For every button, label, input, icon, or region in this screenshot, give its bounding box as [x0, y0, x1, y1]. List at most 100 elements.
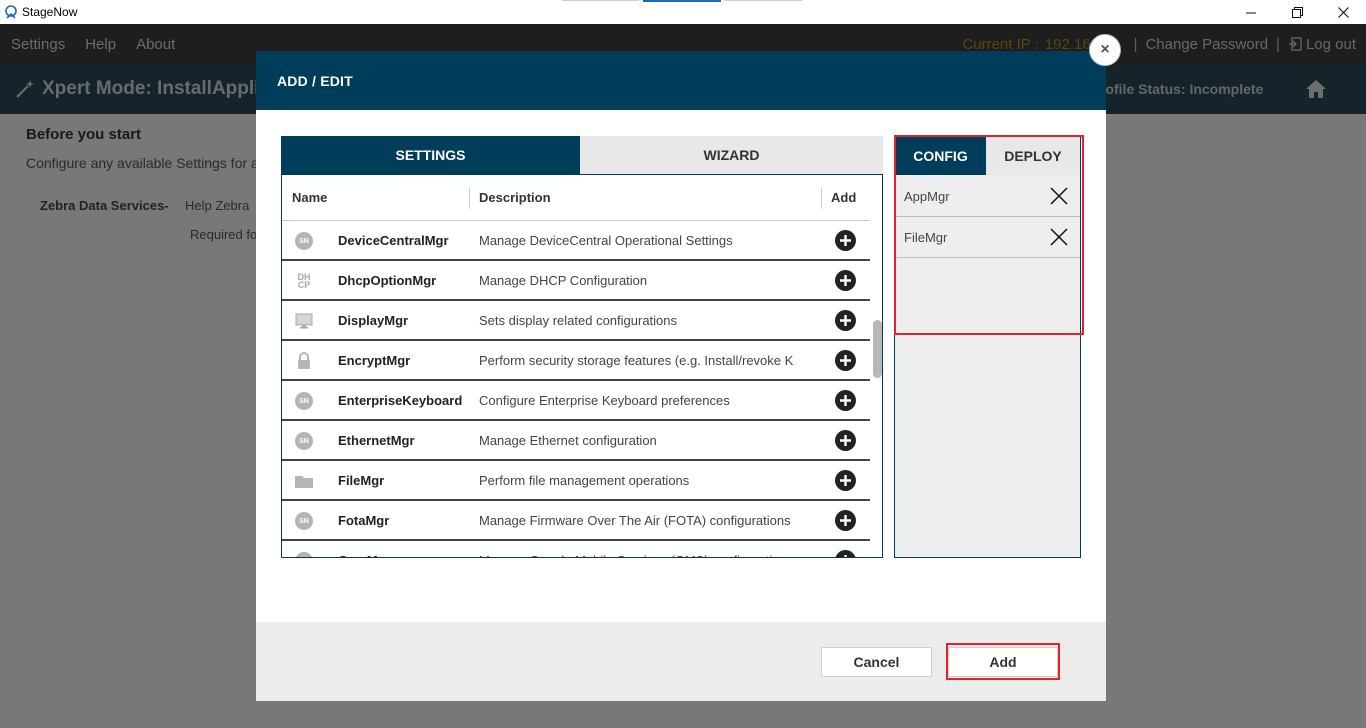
row-description: Manage Ethernet configuration	[479, 433, 657, 448]
list-scrollbar-thumb[interactable]	[873, 320, 882, 378]
row-name: FotaMgr	[338, 513, 390, 528]
row-name: DhcpOptionMgr	[338, 273, 437, 288]
add-row-button[interactable]	[835, 270, 856, 291]
dialog-close-button[interactable]: ×	[1089, 34, 1121, 66]
close-icon: ×	[1100, 41, 1110, 58]
row-name: FileMgr	[338, 473, 385, 488]
restore-icon	[1291, 6, 1303, 18]
title-tab-strip	[562, 0, 802, 2]
row-description: Manage Google Mobile Services (GMS) conf…	[479, 553, 819, 557]
window-titlebar: StageNow	[0, 0, 1366, 24]
plus-icon	[840, 275, 851, 286]
sn-icon: SN	[294, 391, 314, 411]
row-description: Perform security storage features (e.g. …	[479, 353, 794, 368]
lock-icon	[294, 351, 314, 371]
row-description: Configure Enterprise Keyboard preference…	[479, 393, 730, 408]
add-row-button[interactable]	[835, 510, 856, 531]
remove-icon[interactable]	[1050, 228, 1068, 246]
dhcp-icon: DH CP	[294, 271, 314, 291]
config-item: FileMgr	[895, 217, 1080, 258]
minimize-button[interactable]	[1228, 0, 1274, 24]
sn-icon: SN	[294, 231, 314, 251]
dhcp-badge: DH CP	[297, 272, 311, 290]
add-row-button[interactable]	[835, 350, 856, 371]
dialog-title: ADD / EDIT	[277, 73, 353, 89]
add-row-button[interactable]	[835, 230, 856, 251]
config-panel: CONFIG DEPLOY AppMgr FileMgr	[894, 136, 1081, 558]
settings-list: Name Description Add SN DeviceCentralMgr M…	[281, 174, 883, 558]
plus-icon	[840, 515, 851, 526]
add-row-button[interactable]	[835, 430, 856, 451]
remove-icon[interactable]	[1050, 187, 1068, 205]
plus-icon	[840, 235, 851, 246]
dialog-header: ADD / EDIT	[256, 51, 1106, 110]
plus-icon	[840, 475, 851, 486]
add-button[interactable]: Add	[948, 647, 1058, 677]
table-row: EncryptMgr Perform security storage featu…	[282, 341, 870, 381]
row-name: EncryptMgr	[338, 353, 411, 368]
column-header-description: Description	[470, 186, 822, 209]
sn-icon: SN	[294, 431, 314, 451]
settings-rows: SN DeviceCentralMgr Manage DeviceCentral O…	[282, 221, 870, 557]
table-row: DH CP DhcpOptionMgr Manage DHCP Configurat…	[282, 261, 870, 301]
add-row-button[interactable]	[835, 470, 856, 491]
column-header-name: Name	[282, 186, 470, 209]
row-description: Sets display related configurations	[479, 313, 678, 328]
tab-settings[interactable]: SETTINGS	[281, 136, 580, 174]
add-row-button[interactable]	[835, 310, 856, 331]
config-panel-tabs: CONFIG DEPLOY	[895, 137, 1080, 175]
row-description: Perform file management operations	[479, 473, 690, 488]
stagenow-app-icon	[5, 5, 17, 19]
plus-icon	[840, 355, 851, 366]
sn-badge: SN	[295, 512, 313, 530]
folder-icon	[294, 471, 314, 491]
restore-button[interactable]	[1274, 0, 1320, 24]
close-window-button[interactable]	[1320, 0, 1366, 24]
sn-badge: SN	[295, 432, 313, 450]
table-row: SN EthernetMgr Manage Ethernet configurati…	[282, 421, 870, 461]
add-row-button[interactable]	[835, 390, 856, 411]
row-name: EthernetMgr	[338, 433, 415, 448]
table-row: DisplayMgr Sets display related configura…	[282, 301, 870, 341]
sn-badge: SN	[295, 232, 313, 250]
row-name: DeviceCentralMgr	[338, 233, 449, 248]
column-header-add: Add	[831, 189, 857, 205]
table-row: SN DeviceCentralMgr Manage DeviceCentral O…	[282, 221, 870, 261]
dialog-tabs: SETTINGS WIZARD	[281, 136, 883, 174]
add-edit-dialog: ADD / EDIT SETTINGS WIZARD Name Descript…	[256, 51, 1106, 701]
row-description: Manage Firmware Over The Air (FOTA) conf…	[479, 513, 791, 528]
config-item: AppMgr	[895, 176, 1080, 217]
row-name: EnterpriseKeyboard	[338, 393, 463, 408]
plus-icon	[844, 555, 847, 557]
row-description: Manage DeviceCentral Operational Setting…	[479, 233, 733, 248]
sn-icon: SN	[294, 551, 314, 557]
window-title: StageNow	[22, 5, 78, 19]
table-row: FileMgr Perform file management operation…	[282, 461, 870, 501]
monitor-icon	[294, 311, 314, 331]
sn-badge: SN	[295, 552, 313, 557]
plus-icon	[840, 395, 851, 406]
plus-icon	[840, 435, 851, 446]
row-name: DisplayMgr	[338, 313, 409, 328]
table-row: SN FotaMgr Manage Firmware Over The Air (F…	[282, 501, 870, 541]
settings-list-header: Name Description Add	[282, 175, 870, 221]
tab-config[interactable]: CONFIG	[895, 137, 986, 175]
cancel-button[interactable]: Cancel	[821, 647, 932, 677]
table-row: SN GmsMgr Manage Google Mobile Services (G…	[282, 541, 870, 557]
config-items: AppMgr FileMgr	[895, 176, 1080, 258]
plus-icon	[840, 315, 851, 326]
close-icon	[1337, 6, 1349, 18]
dialog-footer: Cancel Add	[256, 622, 1106, 701]
table-row: SN EnterpriseKeyboard Configure Enterprise…	[282, 381, 870, 421]
tab-wizard[interactable]: WIZARD	[580, 136, 883, 174]
add-row-button[interactable]	[835, 550, 856, 557]
config-item-label: FileMgr	[904, 230, 948, 245]
config-item-label: AppMgr	[904, 189, 950, 204]
window-controls	[1228, 0, 1366, 24]
minimize-icon	[1245, 12, 1256, 13]
sn-icon: SN	[294, 511, 314, 531]
list-scrollbar[interactable]	[871, 175, 882, 557]
row-description: Manage DHCP Configuration	[479, 273, 648, 288]
tab-deploy[interactable]: DEPLOY	[986, 137, 1080, 175]
row-name: GmsMgr	[338, 553, 391, 557]
